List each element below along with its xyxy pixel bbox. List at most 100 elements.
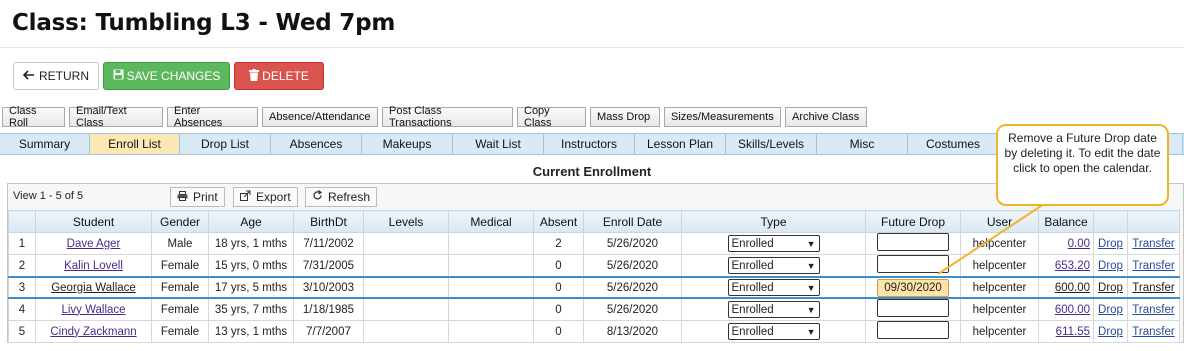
- drop-cell: Drop: [1093, 297, 1128, 321]
- user-cell: helpcenter: [960, 320, 1039, 343]
- refresh-icon: [312, 189, 323, 204]
- table-row: 2 Kalin Lovell Female 15 yrs, 0 mths 7/3…: [8, 254, 1180, 278]
- levels-cell: [363, 232, 449, 255]
- drop-link[interactable]: Drop: [1098, 238, 1123, 250]
- chevron-down-icon: ▼: [806, 304, 816, 315]
- transfer-link[interactable]: Transfer: [1132, 260, 1174, 272]
- col-header-student[interactable]: Student: [35, 210, 152, 233]
- balance-cell: 600.00: [1038, 297, 1094, 321]
- future-drop-input[interactable]: [877, 233, 949, 251]
- col-header-balance[interactable]: Balance: [1038, 210, 1094, 233]
- class-roll-button[interactable]: Class Roll: [2, 105, 65, 129]
- birthdate-cell: 1/18/1985: [293, 297, 364, 321]
- col-header-age[interactable]: Age: [208, 210, 294, 233]
- transfer-cell: Transfer: [1127, 232, 1180, 255]
- refresh-button[interactable]: Refresh: [305, 187, 378, 207]
- col-header-user[interactable]: User: [960, 210, 1039, 233]
- absence-attendance-button[interactable]: Absence/Attendance: [262, 107, 378, 127]
- sizes-measurements-button[interactable]: Sizes/Measurements: [664, 107, 781, 127]
- type-cell: Enrolled ▼: [681, 232, 866, 255]
- balance-link[interactable]: 0.00: [1068, 238, 1090, 250]
- birthdate-cell: 7/11/2002: [293, 232, 364, 255]
- enter-absences-button[interactable]: Enter Absences: [167, 105, 258, 129]
- levels-cell: [363, 297, 449, 321]
- future-drop-input[interactable]: [877, 255, 949, 273]
- transfer-link[interactable]: Transfer: [1132, 282, 1174, 294]
- student-cell: Cindy Zackmann: [35, 320, 152, 343]
- drop-link[interactable]: Drop: [1098, 304, 1123, 316]
- levels-cell: [363, 276, 449, 299]
- tab-summary[interactable]: Summary: [0, 134, 90, 154]
- student-cell: Livy Wallace: [35, 297, 152, 321]
- tab-instructors[interactable]: Instructors: [544, 134, 635, 154]
- transfer-link[interactable]: Transfer: [1132, 238, 1174, 250]
- medical-cell: [448, 254, 534, 278]
- print-button[interactable]: Print: [170, 187, 225, 207]
- tab-drop-list[interactable]: Drop List: [180, 134, 271, 154]
- mass-drop-button[interactable]: Mass Drop: [590, 107, 660, 127]
- balance-link[interactable]: 600.00: [1055, 282, 1090, 294]
- type-cell: Enrolled ▼: [681, 297, 866, 321]
- archive-class-button[interactable]: Archive Class: [785, 107, 867, 127]
- delete-button[interactable]: DELETE: [234, 62, 324, 90]
- col-header-levels[interactable]: Levels: [363, 210, 449, 233]
- type-select[interactable]: Enrolled ▼: [727, 257, 820, 274]
- future-drop-input[interactable]: [877, 299, 949, 317]
- medical-cell: [448, 232, 534, 255]
- col-header-future-drop[interactable]: Future Drop: [865, 210, 961, 233]
- row-number: 1: [8, 232, 36, 255]
- email-text-class-button[interactable]: Email/Text Class: [69, 105, 163, 129]
- transfer-link[interactable]: Transfer: [1132, 326, 1174, 338]
- drop-link[interactable]: Drop: [1098, 260, 1123, 272]
- tab-skills-levels[interactable]: Skills/Levels: [726, 134, 817, 154]
- tab-absences[interactable]: Absences: [271, 134, 362, 154]
- tab-enroll-list[interactable]: Enroll List: [90, 134, 180, 154]
- future-drop-cell: [865, 297, 961, 321]
- transfer-link[interactable]: Transfer: [1132, 304, 1174, 316]
- return-button[interactable]: RETURN: [13, 62, 99, 90]
- user-cell: helpcenter: [960, 232, 1039, 255]
- age-cell: 35 yrs, 7 mths: [208, 297, 294, 321]
- row-number: 4: [8, 297, 36, 321]
- tab-misc[interactable]: Misc: [817, 134, 908, 154]
- save-changes-button[interactable]: SAVE CHANGES: [103, 62, 230, 90]
- table-row-selected: 3 Georgia Wallace Female 17 yrs, 5 mths …: [8, 276, 1180, 299]
- col-header-birthdt[interactable]: BirthDt: [293, 210, 364, 233]
- student-link[interactable]: Dave Ager: [67, 238, 121, 250]
- drop-link[interactable]: Drop: [1098, 326, 1123, 338]
- student-link[interactable]: Cindy Zackmann: [50, 326, 136, 338]
- student-link[interactable]: Georgia Wallace: [51, 282, 136, 294]
- medical-cell: [448, 276, 534, 299]
- tab-wait-list[interactable]: Wait List: [453, 134, 544, 154]
- type-select[interactable]: Enrolled ▼: [727, 323, 820, 340]
- tab-makeups[interactable]: Makeups: [362, 134, 453, 154]
- col-header-absent[interactable]: Absent: [533, 210, 584, 233]
- birthdate-cell: 3/10/2003: [293, 276, 364, 299]
- balance-link[interactable]: 611.55: [1056, 326, 1090, 338]
- col-header-enroll-date[interactable]: Enroll Date: [583, 210, 682, 233]
- callout-text: Remove a Future Drop date by deleting it…: [1004, 131, 1161, 175]
- type-select[interactable]: Enrolled ▼: [727, 301, 820, 318]
- tab-costumes[interactable]: Costumes: [908, 134, 999, 154]
- student-link[interactable]: Livy Wallace: [61, 304, 125, 316]
- col-header-medical[interactable]: Medical: [448, 210, 534, 233]
- export-button[interactable]: Export: [233, 187, 298, 207]
- balance-link[interactable]: 653.20: [1055, 260, 1090, 272]
- table-header-row: Student Gender Age BirthDt Levels Medica…: [8, 210, 1180, 233]
- trash-icon: [249, 68, 260, 84]
- future-drop-input[interactable]: 09/30/2020: [877, 279, 949, 296]
- print-label: Print: [193, 190, 218, 204]
- future-drop-input[interactable]: [877, 321, 949, 339]
- drop-link[interactable]: Drop: [1098, 282, 1123, 294]
- post-class-transactions-button[interactable]: Post Class Transactions: [382, 105, 513, 129]
- chevron-down-icon: ▼: [806, 282, 816, 293]
- student-link[interactable]: Kalin Lovell: [64, 260, 123, 272]
- copy-class-button[interactable]: Copy Class: [517, 105, 586, 129]
- type-select[interactable]: Enrolled ▼: [727, 279, 820, 296]
- type-select[interactable]: Enrolled ▼: [727, 235, 820, 252]
- balance-link[interactable]: 600.00: [1055, 304, 1090, 316]
- student-cell: Kalin Lovell: [35, 254, 152, 278]
- tab-lesson-plan[interactable]: Lesson Plan: [635, 134, 726, 154]
- col-header-type[interactable]: Type: [681, 210, 866, 233]
- col-header-gender[interactable]: Gender: [151, 210, 209, 233]
